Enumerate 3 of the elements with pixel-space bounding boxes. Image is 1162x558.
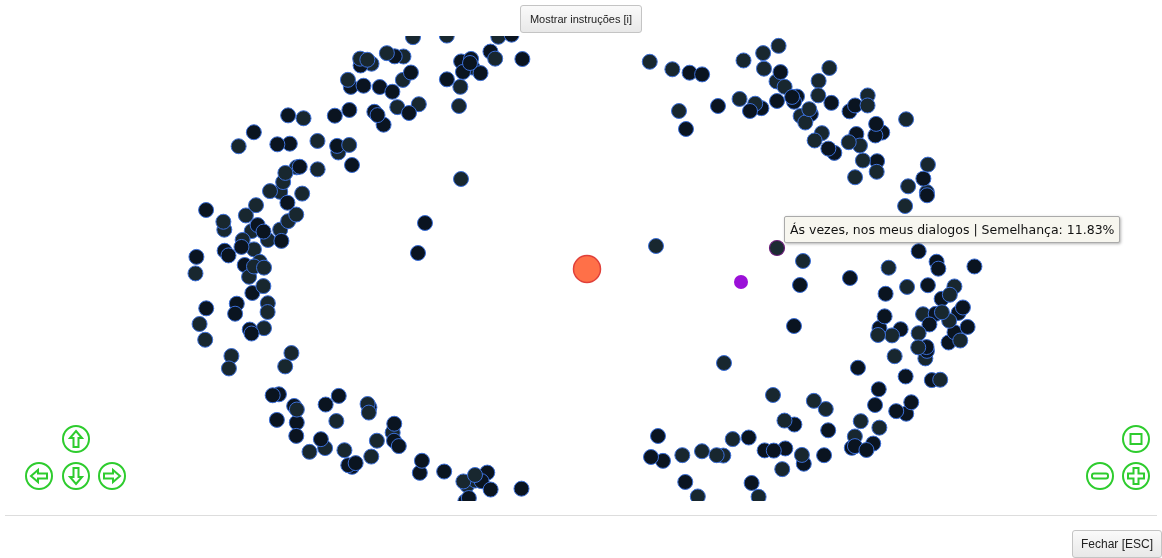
close-button[interactable]: Fechar [ESC] [1071, 530, 1162, 558]
show-instructions-button[interactable]: Mostrar instruções [i] [519, 5, 643, 33]
tooltip: Ás vezes, nos meus dialogos | Semelhança: 11.83% [784, 216, 1121, 243]
